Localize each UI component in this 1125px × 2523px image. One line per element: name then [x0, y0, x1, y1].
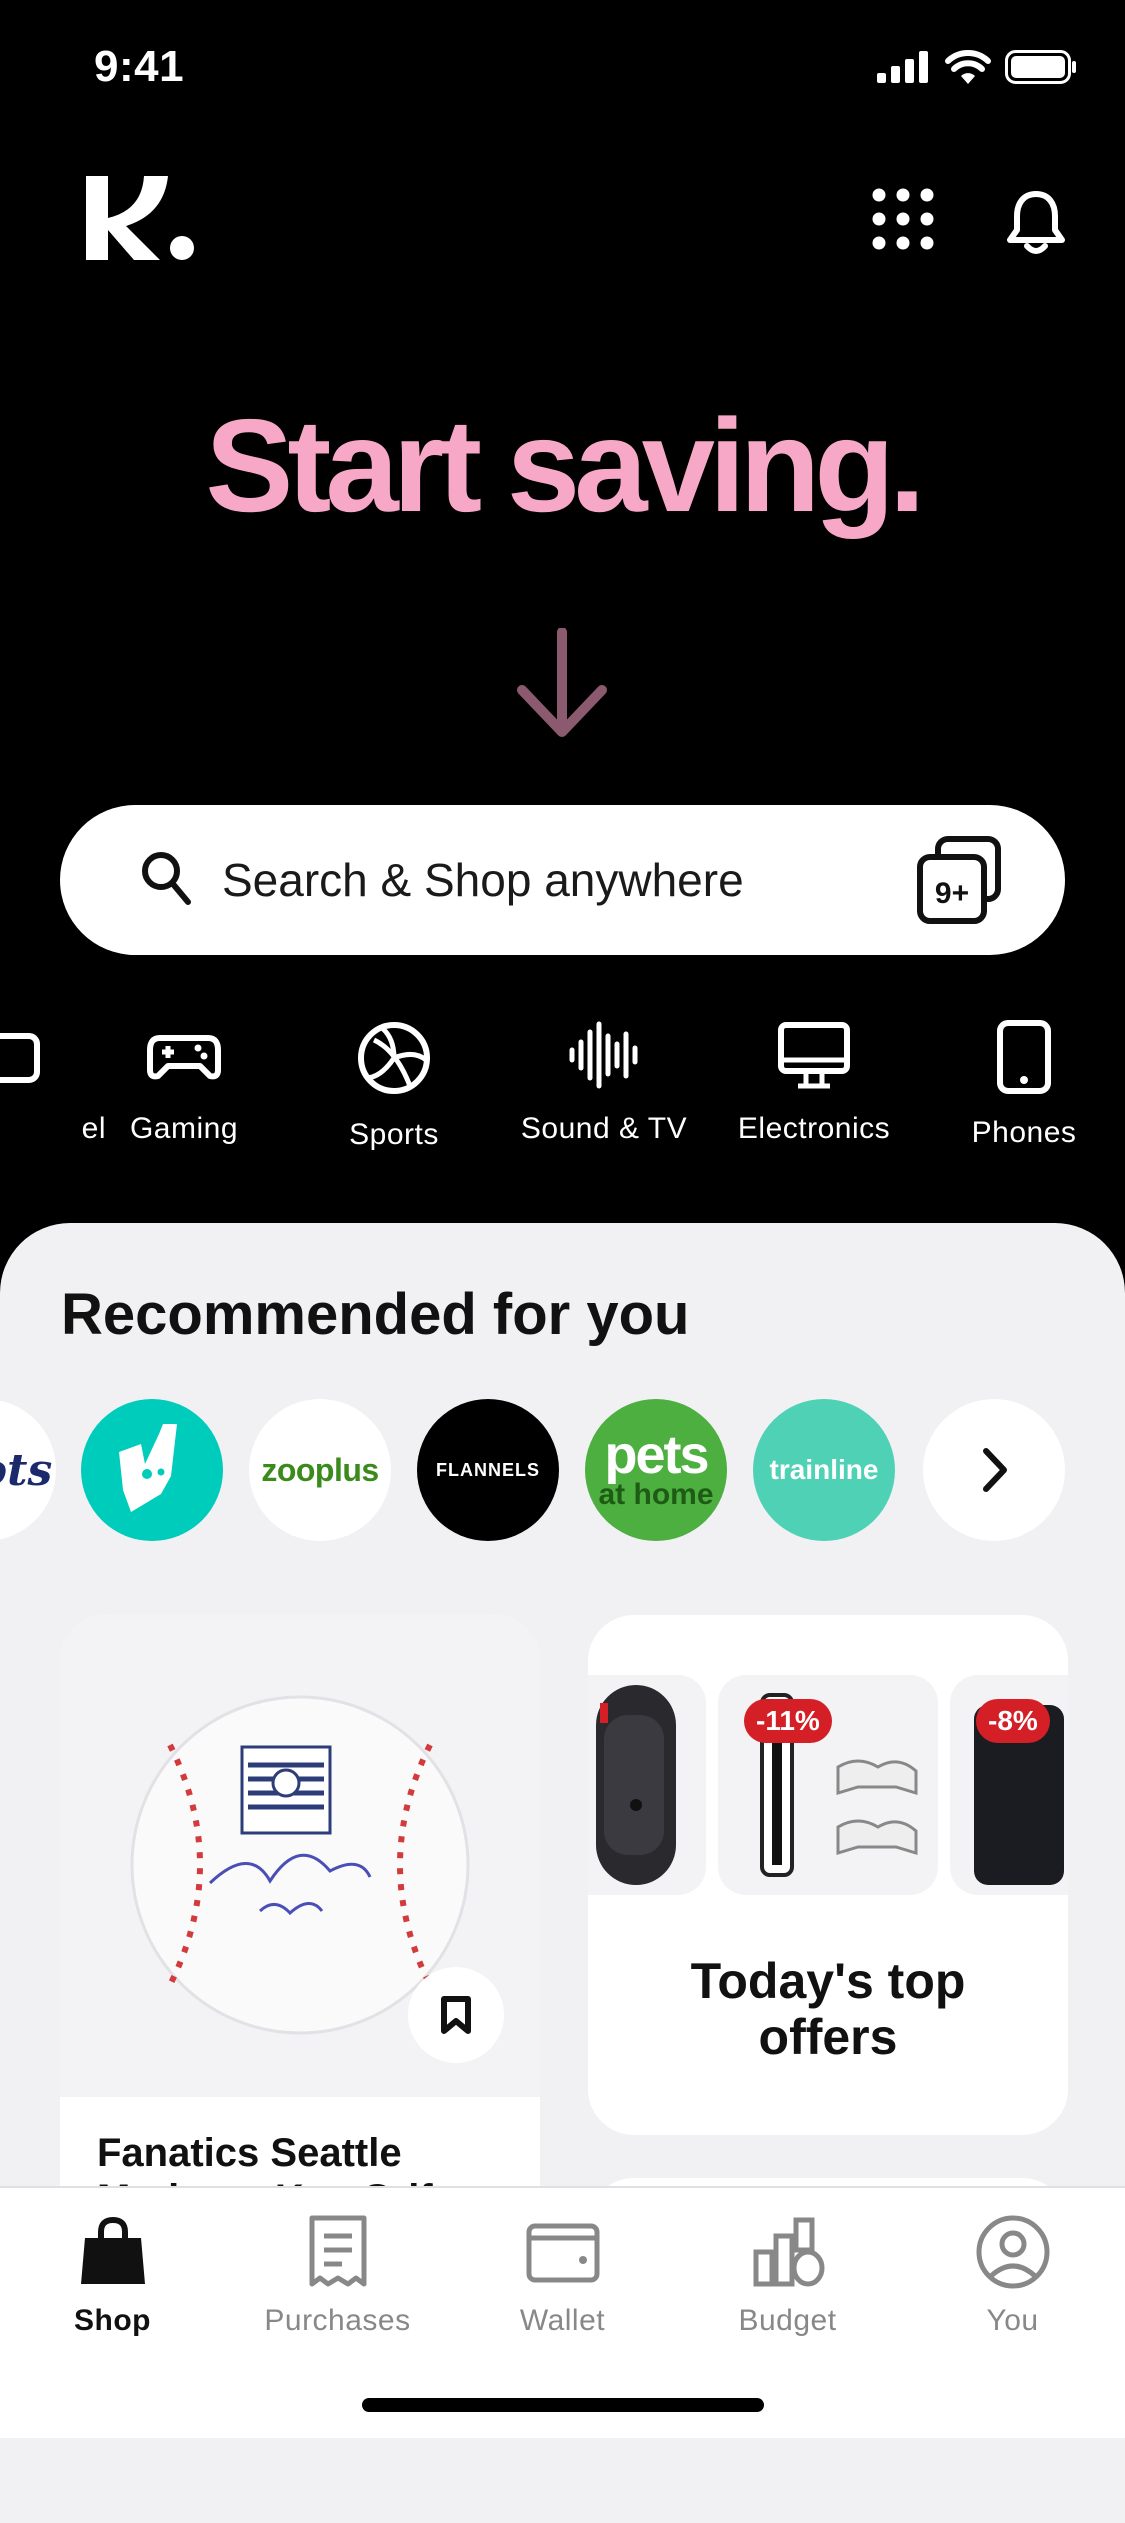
offers-title: Today's top offers	[588, 1953, 1068, 2065]
discount-tag-cut	[600, 1703, 608, 1723]
status-icons	[877, 50, 1077, 84]
product-title-line1: Fanatics Seattle	[97, 2131, 402, 2175]
top-offers-card[interactable]: -11% -8% Today's top offers	[588, 1615, 1068, 2135]
category-label: Sports	[349, 1118, 439, 1151]
bookmark-icon	[441, 1996, 471, 2034]
battery-icon	[1005, 50, 1076, 84]
tabs-count-button[interactable]: 9+	[912, 833, 1008, 934]
brand-logo-text: FLANNELS	[436, 1459, 540, 1480]
category-electronics[interactable]: Electronics	[714, 1020, 914, 1146]
tab-wallet[interactable]: Wallet	[450, 2212, 675, 2338]
brand-logo-text: ots	[0, 1444, 53, 1496]
search-input[interactable]: Search & Shop anywhere	[222, 853, 744, 907]
volleyball-icon	[358, 1022, 430, 1094]
category-label: Gaming	[129, 1112, 239, 1145]
wallet-icon	[526, 2223, 599, 2283]
section-title: Recommended for you	[61, 1282, 690, 1347]
category-gaming[interactable]: Gaming	[84, 1020, 284, 1146]
gamepad-icon	[147, 1035, 221, 1080]
tab-shop[interactable]: Shop	[0, 2212, 225, 2338]
receipt-icon	[309, 2215, 366, 2287]
save-button[interactable]	[408, 1967, 504, 2063]
product-image	[60, 1615, 540, 2097]
monitor-icon	[778, 1022, 850, 1089]
category-sports[interactable]: Sports	[294, 1020, 494, 1152]
bell-icon[interactable]	[1005, 190, 1067, 259]
search-bar[interactable]: Search & Shop anywhere 9+	[60, 805, 1065, 955]
offer-console-image: -11%	[718, 1675, 938, 1895]
chevron-right-icon	[983, 1448, 1007, 1492]
category-phones[interactable]: Phones	[924, 1020, 1124, 1150]
brand-flannels[interactable]: FLANNELS	[417, 1399, 559, 1541]
brand-sports[interactable]: ots	[0, 1399, 56, 1541]
brand-zooplus[interactable]: zooplus	[249, 1399, 391, 1541]
category-label: Phones	[971, 1116, 1077, 1149]
offers-title-line2: offers	[758, 2009, 898, 2065]
hero-headline: Start saving.	[205, 392, 925, 539]
brand-logo-text: zooplus	[261, 1451, 379, 1488]
brand-deliveroo[interactable]	[81, 1399, 223, 1541]
user-icon	[976, 2215, 1049, 2289]
category-sound-tv[interactable]: Sound & TV	[504, 1020, 704, 1146]
tab-label: Purchases	[264, 2304, 411, 2337]
tab-purchases[interactable]: Purchases	[225, 2212, 450, 2338]
brand-logo-text: trainline	[769, 1454, 879, 1485]
shopping-bag-icon	[80, 2216, 145, 2284]
tab-label: Budget	[738, 2304, 837, 2337]
wifi-icon	[945, 50, 991, 84]
category-label: Electronics	[737, 1112, 891, 1145]
budget-icon	[753, 2217, 824, 2287]
brands-next-button[interactable]	[923, 1399, 1065, 1541]
phone-icon	[997, 1020, 1051, 1094]
tab-label: Shop	[74, 2304, 151, 2337]
offers-title-line1: Today's top	[690, 1953, 966, 2009]
discount-badge: -8%	[976, 1699, 1050, 1743]
brand-logo-subtext: at home	[598, 1478, 714, 1511]
offer-phone-image: -8%	[950, 1675, 1068, 1895]
arrow-down-icon	[512, 627, 612, 745]
search-icon	[138, 848, 194, 913]
tab-budget[interactable]: Budget	[675, 2212, 900, 2338]
discount-badge: -11%	[744, 1699, 832, 1743]
tabs-count-badge: 9+	[935, 877, 969, 910]
home-indicator[interactable]	[362, 2398, 764, 2412]
brand-logo-text: pets	[604, 1425, 709, 1485]
tab-you[interactable]: You	[900, 2212, 1125, 2338]
brand-trainline[interactable]: trainline	[753, 1399, 895, 1541]
deliveroo-logo-icon	[119, 1424, 177, 1512]
tab-label: Wallet	[519, 2304, 606, 2337]
offer-watch-image	[588, 1675, 706, 1895]
soundwave-icon	[569, 1021, 638, 1089]
suitcase-icon	[0, 1033, 40, 1083]
category-label: Sound & TV	[520, 1112, 688, 1145]
klarna-logo[interactable]	[86, 168, 196, 273]
tab-label: You	[986, 2304, 1039, 2337]
brand-pets-at-home[interactable]: pets at home	[585, 1399, 727, 1541]
signal-icon	[877, 51, 928, 83]
status-time: 9:41	[94, 42, 185, 91]
grid-menu-icon[interactable]	[870, 186, 936, 257]
